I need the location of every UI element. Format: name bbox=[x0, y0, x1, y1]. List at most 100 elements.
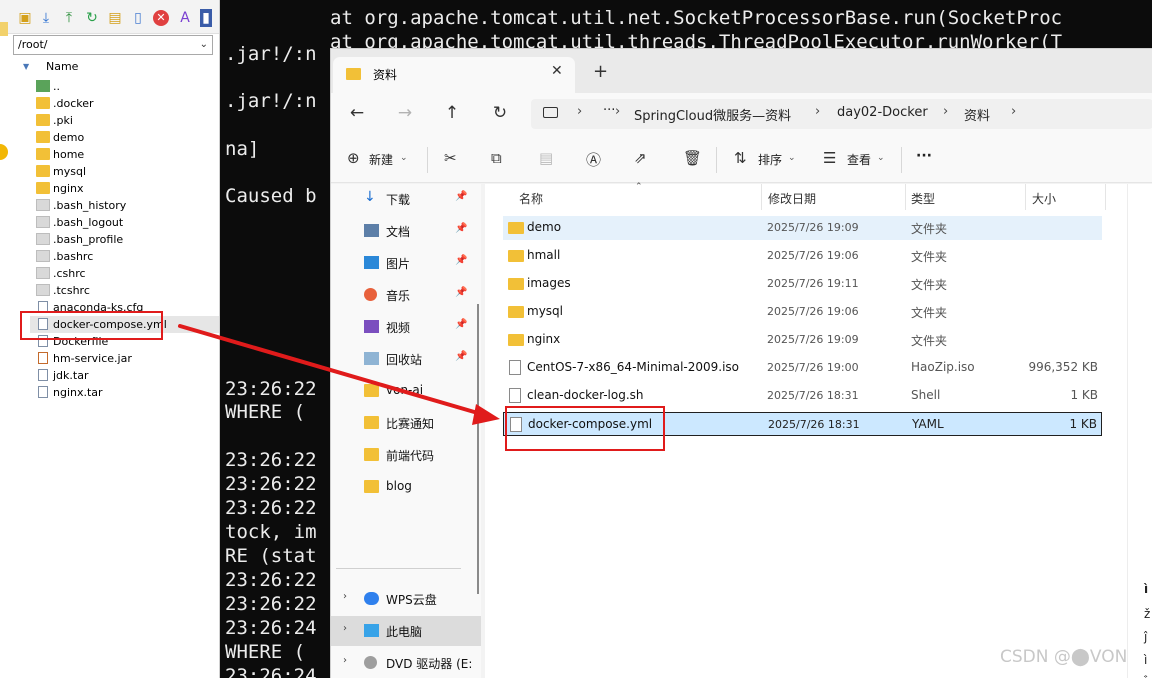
view-icon[interactable]: ☰ bbox=[823, 149, 836, 167]
column-divider[interactable] bbox=[1025, 184, 1026, 210]
refresh-icon[interactable]: ↻ bbox=[83, 9, 101, 27]
nav-item[interactable]: ↓ 下载 📌 bbox=[331, 184, 481, 214]
path-input[interactable]: /root/ ⌄ bbox=[13, 35, 213, 55]
sftp-file-row[interactable]: .docker bbox=[30, 95, 219, 112]
file-row[interactable]: images 2025/7/26 19:11 文件夹 bbox=[503, 272, 1102, 296]
new-icon[interactable]: ⊕ bbox=[347, 149, 360, 167]
column-divider[interactable] bbox=[905, 184, 906, 210]
nav-item[interactable]: 文档 📌 bbox=[331, 216, 481, 246]
pin-icon[interactable]: 📌 bbox=[455, 191, 467, 202]
chevron-right-icon[interactable]: › bbox=[815, 104, 820, 119]
pin-icon[interactable]: 📌 bbox=[455, 255, 467, 266]
sftp-file-row[interactable]: hm-service.jar bbox=[30, 350, 219, 367]
chevron-down-icon[interactable]: ⌄ bbox=[400, 153, 408, 163]
chevron-right-icon[interactable]: › bbox=[343, 655, 347, 666]
nav-item[interactable]: 视频 📌 bbox=[331, 312, 481, 342]
upload-icon[interactable]: ⤒ bbox=[60, 9, 78, 27]
file-row[interactable]: nginx 2025/7/26 19:09 文件夹 bbox=[503, 328, 1102, 352]
pin-icon[interactable]: 📌 bbox=[455, 287, 467, 298]
cut-icon[interactable]: ✂ bbox=[444, 149, 457, 167]
sort-icon[interactable]: ⇅ bbox=[734, 149, 747, 167]
new-button[interactable]: 新建 bbox=[369, 151, 393, 168]
name-column-header[interactable]: ▼ Name bbox=[13, 58, 219, 76]
new-folder-icon[interactable]: ▤ bbox=[106, 9, 124, 27]
back-arrow-icon[interactable]: ← bbox=[347, 103, 367, 123]
sftp-file-row[interactable]: nginx bbox=[30, 180, 219, 197]
navigation-scrollbar[interactable] bbox=[477, 304, 479, 594]
nav-item[interactable]: 回收站 📌 bbox=[331, 344, 481, 374]
forward-arrow-icon[interactable]: → bbox=[395, 103, 415, 123]
chevron-down-icon[interactable]: ⌄ bbox=[877, 153, 885, 163]
terminal-window-top[interactable]: at org.apache.tomcat.util.net.SocketProc… bbox=[330, 0, 1152, 55]
terminal-window[interactable]: .jar!/:n .jar!/:n na] Caused b 23:26:22 WHER… bbox=[220, 0, 330, 678]
nav-location[interactable]: › DVD 驱动器 (E: bbox=[331, 648, 481, 678]
chevron-down-icon[interactable]: ⌄ bbox=[788, 153, 796, 163]
chevron-right-icon[interactable]: › bbox=[577, 104, 582, 119]
column-header-type[interactable]: 类型 bbox=[911, 190, 935, 207]
pin-icon[interactable]: 📌 bbox=[455, 319, 467, 330]
chevron-right-icon[interactable]: › bbox=[343, 623, 347, 634]
column-divider[interactable] bbox=[1105, 184, 1106, 210]
chevron-right-icon[interactable]: › bbox=[1011, 104, 1016, 119]
close-icon[interactable]: ✕ bbox=[551, 63, 563, 79]
sftp-file-row[interactable]: nginx.tar bbox=[30, 384, 219, 401]
sftp-file-row[interactable]: .bash_logout bbox=[30, 214, 219, 231]
copy-icon[interactable]: ⧉ bbox=[491, 149, 502, 167]
tab-current-folder[interactable]: 资料 ✕ bbox=[333, 57, 575, 93]
sftp-file-row[interactable]: .bash_profile bbox=[30, 231, 219, 248]
chevron-right-icon[interactable]: › bbox=[343, 591, 347, 602]
file-row[interactable]: hmall 2025/7/26 19:06 文件夹 bbox=[503, 244, 1102, 268]
nav-location[interactable]: › WPS云盘 bbox=[331, 584, 481, 614]
nav-item[interactable]: von-ai bbox=[331, 376, 481, 406]
sftp-file-row[interactable]: jdk.tar bbox=[30, 367, 219, 384]
download-icon[interactable]: ⤓ bbox=[37, 9, 55, 27]
nav-item[interactable]: 图片 📌 bbox=[331, 248, 481, 278]
pin-icon[interactable]: 📌 bbox=[455, 351, 467, 362]
sftp-file-row[interactable]: .. bbox=[30, 78, 219, 95]
rename-icon[interactable]: A bbox=[176, 9, 194, 27]
pin-icon[interactable]: 📌 bbox=[455, 223, 467, 234]
nav-location[interactable]: › 此电脑 bbox=[331, 616, 481, 646]
chevron-right-icon[interactable]: › bbox=[615, 104, 620, 119]
nav-item[interactable]: 比赛通知 bbox=[331, 408, 481, 438]
column-header-date[interactable]: 修改日期 bbox=[768, 190, 816, 207]
terminal-icon[interactable]: ▮ bbox=[200, 9, 212, 27]
view-button[interactable]: 查看 bbox=[847, 151, 871, 168]
sftp-file-row[interactable]: .bash_history bbox=[30, 197, 219, 214]
column-divider[interactable] bbox=[761, 184, 762, 210]
delete-icon[interactable]: ✕ bbox=[153, 10, 169, 26]
folder-up-icon[interactable]: ▣ bbox=[16, 9, 34, 27]
sort-button[interactable]: 排序 bbox=[758, 151, 782, 168]
file-row[interactable]: demo 2025/7/26 19:09 文件夹 bbox=[503, 216, 1102, 240]
sftp-file-row[interactable]: mysql bbox=[30, 163, 219, 180]
column-header-name[interactable]: 名称 bbox=[519, 190, 543, 207]
up-arrow-icon[interactable]: ↑ bbox=[442, 103, 462, 123]
more-options-button[interactable]: ··· bbox=[916, 148, 932, 164]
address-bar[interactable]: › ··· › SpringCloud微服务—资料 › day02-Docker… bbox=[531, 99, 1152, 129]
sftp-file-row[interactable]: .pki bbox=[30, 112, 219, 129]
new-file-icon[interactable]: ▯ bbox=[129, 9, 147, 27]
rename-icon[interactable]: Ⓐ bbox=[586, 149, 601, 170]
nav-item[interactable]: 音乐 📌 bbox=[331, 280, 481, 310]
breadcrumb-springcloud[interactable]: SpringCloud微服务—资料 bbox=[634, 105, 791, 124]
new-tab-icon[interactable]: + bbox=[593, 61, 608, 82]
breadcrumb-day02-docker[interactable]: day02-Docker bbox=[837, 105, 928, 120]
refresh-icon[interactable]: ↻ bbox=[490, 103, 510, 123]
nav-item[interactable]: 前端代码 bbox=[331, 440, 481, 470]
sftp-file-row[interactable]: .cshrc bbox=[30, 265, 219, 282]
share-icon[interactable]: ⇗ bbox=[634, 149, 647, 167]
sftp-file-row[interactable]: demo bbox=[30, 129, 219, 146]
paste-icon[interactable]: ▤ bbox=[539, 149, 553, 167]
sftp-file-row[interactable]: home bbox=[30, 146, 219, 163]
chevron-down-icon[interactable]: ⌄ bbox=[200, 36, 208, 54]
file-row[interactable]: CentOS-7-x86_64-Minimal-2009.iso 2025/7/2… bbox=[503, 356, 1102, 380]
file-row[interactable]: mysql 2025/7/26 19:06 文件夹 bbox=[503, 300, 1102, 324]
column-header-size[interactable]: 大小 bbox=[1032, 190, 1056, 207]
breadcrumb-current[interactable]: 资料 bbox=[964, 105, 990, 124]
nav-item[interactable]: blog bbox=[331, 472, 481, 502]
sftp-file-row[interactable]: .tcshrc bbox=[30, 282, 219, 299]
file-row[interactable]: clean-docker-log.sh 2025/7/26 18:31 Shell 1… bbox=[503, 384, 1102, 408]
delete-icon[interactable]: 🗑 bbox=[683, 149, 702, 167]
chevron-right-icon[interactable]: › bbox=[943, 104, 948, 119]
more-breadcrumbs-icon[interactable]: ··· bbox=[603, 103, 615, 118]
